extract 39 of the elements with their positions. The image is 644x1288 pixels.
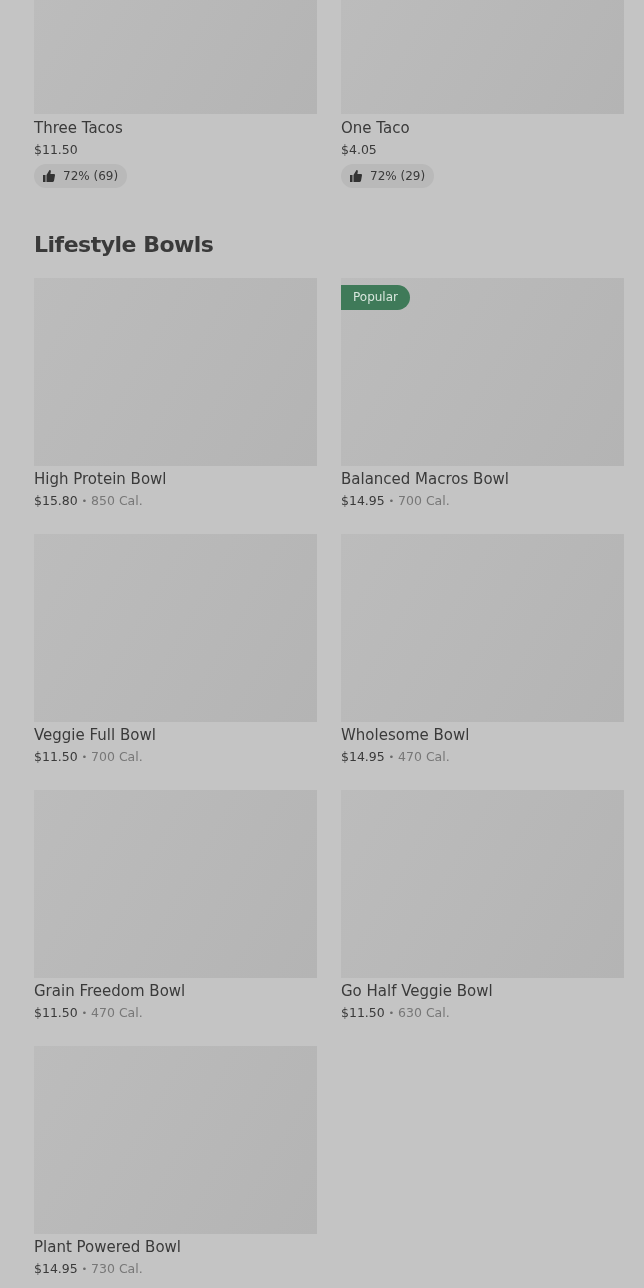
item-calories: 700 Cal.: [398, 492, 450, 510]
thumbs-up-icon: [350, 170, 362, 182]
rating-text: 72% (69): [63, 168, 119, 185]
item-price: $15.80: [34, 492, 78, 510]
separator-dot: •: [81, 1007, 88, 1020]
item-name: Plant Powered Bowl: [34, 1237, 182, 1257]
item-calories: 470 Cal.: [398, 748, 450, 766]
item-name: Balanced Macros Bowl: [341, 469, 510, 489]
item-price: $14.95: [341, 748, 385, 766]
separator-dot: •: [81, 751, 88, 764]
item-calories: 730 Cal.: [91, 1260, 143, 1278]
item-calories: 700 Cal.: [91, 748, 143, 766]
item-calories: 630 Cal.: [398, 1004, 450, 1022]
image-placeholder[interactable]: Popular: [341, 278, 624, 466]
item-name: Go Half Veggie Bowl: [341, 981, 494, 1001]
item-name: Wholesome Bowl: [341, 725, 471, 745]
item-price: $11.50: [341, 1004, 385, 1022]
separator-dot: •: [388, 1007, 395, 1020]
item-price: $4.05: [341, 141, 378, 159]
item-name: One Taco: [341, 118, 411, 138]
item-price: $11.50: [34, 748, 78, 766]
item-price: $14.95: [341, 492, 385, 510]
rating-text: 72% (29): [370, 168, 426, 185]
item-price: $11.50: [34, 141, 79, 159]
item-name: Grain Freedom Bowl: [34, 981, 187, 1001]
item-name: Three Tacos: [34, 118, 124, 138]
separator-dot: •: [81, 1263, 88, 1276]
item-calories: 470 Cal.: [91, 1004, 143, 1022]
separator-dot: •: [388, 495, 395, 508]
popular-badge: Popular: [341, 285, 410, 310]
item-price: $11.50: [34, 1004, 78, 1022]
item-calories: 850 Cal.: [91, 492, 143, 510]
item-price: $14.95: [34, 1260, 78, 1278]
item-name: Veggie Full Bowl: [34, 725, 157, 745]
separator-dot: •: [388, 751, 395, 764]
item-name: High Protein Bowl: [34, 469, 168, 489]
separator-dot: •: [81, 495, 88, 508]
thumbs-up-icon: [43, 170, 55, 182]
section-title: Lifestyle Bowls: [34, 231, 215, 259]
